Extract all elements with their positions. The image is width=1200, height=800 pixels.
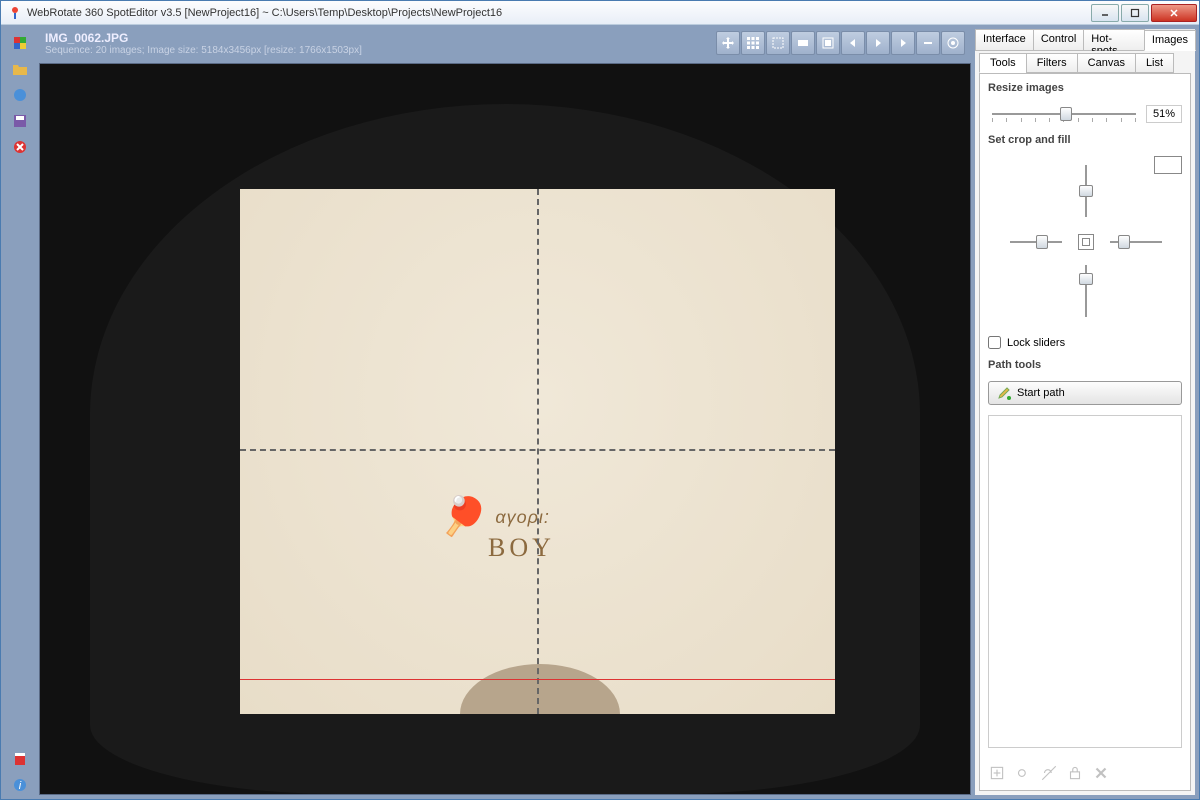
minimize-button[interactable] bbox=[1091, 4, 1119, 22]
target-icon[interactable] bbox=[941, 31, 965, 55]
grid-icon[interactable] bbox=[741, 31, 765, 55]
save-icon[interactable] bbox=[10, 111, 30, 131]
app-icon bbox=[7, 5, 23, 21]
left-toolbar: i bbox=[5, 29, 35, 795]
pdf-icon[interactable] bbox=[10, 749, 30, 769]
fit-icon[interactable] bbox=[791, 31, 815, 55]
crop-left-slider[interactable] bbox=[1006, 232, 1066, 252]
info-icon[interactable]: i bbox=[10, 775, 30, 795]
crop-icon[interactable] bbox=[766, 31, 790, 55]
subtab-tools[interactable]: Tools bbox=[979, 53, 1027, 73]
crop-center-icon[interactable] bbox=[1078, 234, 1094, 250]
window-title: WebRotate 360 SpotEditor v3.5 [NewProjec… bbox=[27, 7, 1091, 19]
next-icon[interactable] bbox=[891, 31, 915, 55]
new-project-icon[interactable] bbox=[10, 33, 30, 53]
crop-top-slider[interactable] bbox=[1076, 161, 1096, 221]
open-folder-icon[interactable] bbox=[10, 59, 30, 79]
path-unlink-icon[interactable] bbox=[1040, 764, 1058, 782]
tab-interface[interactable]: Interface bbox=[975, 29, 1034, 50]
lock-sliders-checkbox[interactable]: Lock sliders bbox=[988, 336, 1182, 349]
crop-section-title: Set crop and fill bbox=[988, 134, 1182, 146]
resize-slider[interactable] bbox=[988, 104, 1140, 124]
app-window: WebRotate 360 SpotEditor v3.5 [NewProjec… bbox=[0, 0, 1200, 800]
start-path-button[interactable]: Start path bbox=[988, 381, 1182, 405]
canvas-viewport[interactable]: 🏓αγορι: BOY bbox=[39, 63, 971, 795]
subtab-list[interactable]: List bbox=[1135, 53, 1174, 73]
resize-section-title: Resize images bbox=[988, 82, 1182, 94]
fill-color-swatch[interactable] bbox=[1154, 156, 1182, 174]
image-filename: IMG_0062.JPG bbox=[45, 31, 716, 45]
titlebar: WebRotate 360 SpotEditor v3.5 [NewProjec… bbox=[1, 1, 1199, 25]
vertical-guide[interactable] bbox=[537, 189, 539, 714]
path-delete-icon[interactable] bbox=[1092, 764, 1110, 782]
delete-icon[interactable] bbox=[10, 137, 30, 157]
subtab-filters[interactable]: Filters bbox=[1026, 53, 1078, 73]
close-button[interactable] bbox=[1151, 4, 1197, 22]
right-panel: Interface Control Hot-spots Images Tools… bbox=[975, 29, 1195, 795]
pencil-icon bbox=[997, 386, 1011, 400]
resize-value: 51% bbox=[1146, 105, 1182, 123]
crop-bottom-slider[interactable] bbox=[1076, 261, 1096, 321]
move-tool-icon[interactable] bbox=[716, 31, 740, 55]
horizontal-guide[interactable] bbox=[240, 449, 835, 451]
image-header: IMG_0062.JPG Sequence: 20 images; Image … bbox=[39, 29, 971, 63]
path-lock-icon[interactable] bbox=[1066, 764, 1084, 782]
prev-icon[interactable] bbox=[841, 31, 865, 55]
path-list[interactable] bbox=[988, 415, 1182, 748]
zoom-out-icon[interactable] bbox=[916, 31, 940, 55]
play-icon[interactable] bbox=[866, 31, 890, 55]
subtab-canvas[interactable]: Canvas bbox=[1077, 53, 1136, 73]
maximize-button[interactable] bbox=[1121, 4, 1149, 22]
publish-icon[interactable] bbox=[10, 85, 30, 105]
path-add-icon[interactable] bbox=[988, 764, 1006, 782]
tab-control[interactable]: Control bbox=[1033, 29, 1084, 50]
crop-line[interactable] bbox=[240, 679, 835, 680]
path-link-icon[interactable] bbox=[1014, 764, 1032, 782]
path-section-title: Path tools bbox=[988, 359, 1182, 371]
tab-images[interactable]: Images bbox=[1144, 30, 1196, 51]
crop-right-slider[interactable] bbox=[1106, 232, 1166, 252]
image-preview: 🏓αγορι: BOY bbox=[240, 189, 835, 714]
tab-hotspots[interactable]: Hot-spots bbox=[1083, 29, 1145, 50]
actual-size-icon[interactable] bbox=[816, 31, 840, 55]
image-meta: Sequence: 20 images; Image size: 5184x34… bbox=[45, 45, 716, 56]
